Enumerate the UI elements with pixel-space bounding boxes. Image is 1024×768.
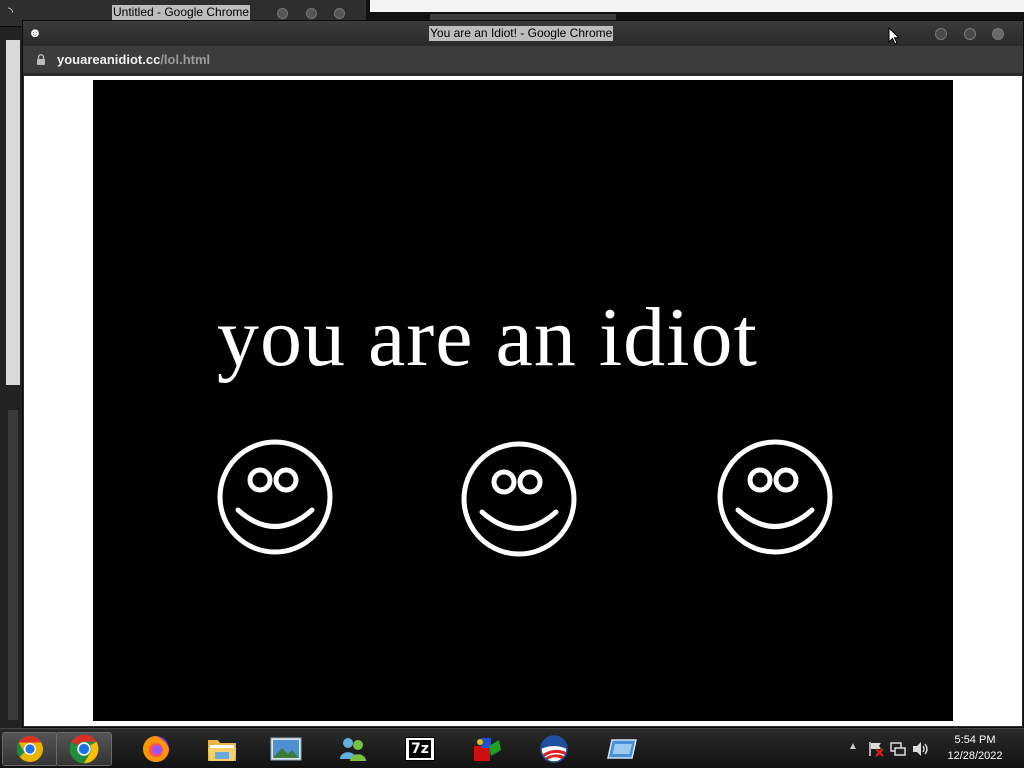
taskbar-messenger[interactable]	[325, 732, 381, 766]
system-tray: ▲ 5:54 PM 12/28/2022	[834, 729, 1024, 768]
back-maximize-button[interactable]	[306, 8, 317, 19]
smiley-face-icon	[217, 439, 333, 555]
obama-logo-icon	[540, 735, 568, 763]
chrome-icon	[69, 734, 99, 764]
main-window-title: You are an Idiot! - Google Chrome	[429, 26, 614, 41]
clock-time[interactable]: 5:54 PM	[940, 734, 1010, 746]
taskbar-file-explorer[interactable]	[194, 732, 250, 766]
smiley-face-icon	[461, 441, 577, 557]
page-viewport: you are an idiot	[24, 76, 1022, 726]
taskbar-firefox[interactable]	[128, 732, 184, 766]
maximize-button[interactable]	[964, 28, 976, 40]
url-path: /lol.html	[160, 52, 211, 67]
7zip-label: 7z	[409, 740, 431, 758]
file-explorer-icon	[208, 740, 236, 761]
smiley-face-icon	[717, 439, 833, 555]
clock-date[interactable]: 12/28/2022	[940, 750, 1010, 762]
photo-viewer-icon	[270, 737, 302, 761]
url-text[interactable]: youareanidiot.cc/lol.html	[57, 51, 210, 68]
page-stage: you are an idiot	[93, 80, 953, 721]
url-host: youareanidiot.cc	[57, 52, 161, 67]
taskbar-photo-viewer[interactable]	[258, 732, 314, 766]
background-window-panel-lower	[8, 410, 18, 720]
close-button[interactable]	[992, 28, 1004, 40]
loading-spinner-icon: ◝	[8, 4, 14, 19]
main-window-titlebar[interactable]: ☻ You are an Idiot! - Google Chrome	[23, 21, 1023, 46]
minimize-button[interactable]	[935, 28, 947, 40]
taskbar-chrome[interactable]	[56, 732, 112, 766]
background-window-strip	[370, 0, 1024, 12]
mouse-cursor-icon	[888, 27, 900, 45]
network-icon[interactable]	[890, 741, 906, 757]
taskbar-obama-logo[interactable]	[526, 732, 582, 766]
virtual-machine-icon	[607, 739, 637, 759]
firefox-icon	[143, 736, 169, 762]
taskbar-7zip[interactable]: 7z	[392, 732, 448, 766]
main-window: ☻ You are an Idiot! - Google Chrome youa…	[22, 20, 1024, 728]
smiley-favicon-icon: ☻	[28, 25, 42, 40]
7zip-icon: 7z	[405, 737, 435, 761]
page-headline: you are an idiot	[217, 291, 758, 384]
chrome-canary-icon	[16, 735, 43, 762]
back-window-title: Untitled - Google Chrome	[112, 5, 251, 20]
back-close-button[interactable]	[334, 8, 345, 19]
volume-icon[interactable]	[912, 741, 930, 757]
taskbar-chrome-canary[interactable]	[2, 732, 58, 766]
background-window-panel	[6, 40, 20, 385]
action-center-flag-icon[interactable]	[868, 741, 884, 757]
taskbar: 7z ▲ 5:54 PM 12/28/2022	[0, 728, 1024, 768]
lock-icon	[37, 54, 45, 65]
taskbar-paint-app[interactable]	[459, 732, 515, 766]
address-bar[interactable]: youareanidiot.cc/lol.html	[23, 46, 1023, 73]
paint-app-icon	[474, 738, 501, 761]
messenger-icon	[340, 738, 366, 761]
back-minimize-button[interactable]	[277, 8, 288, 19]
taskbar-virtual-machine[interactable]	[594, 732, 650, 766]
show-hidden-icons-icon[interactable]: ▲	[848, 741, 858, 752]
